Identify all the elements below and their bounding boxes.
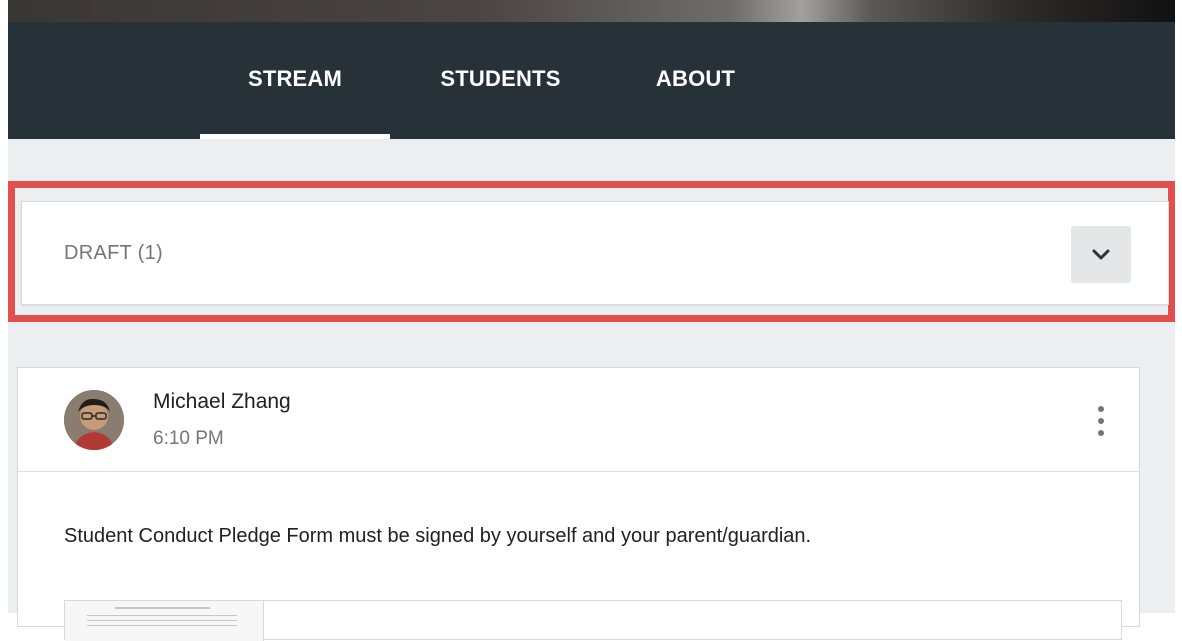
more-vert-icon (1098, 406, 1104, 436)
attachment-card[interactable] (64, 600, 1122, 641)
expand-drafts-button[interactable] (1071, 226, 1131, 283)
tab-about-label: ABOUT (655, 65, 736, 91)
post-timestamp: 6:10 PM (153, 428, 224, 449)
post-divider (18, 471, 1139, 472)
avatar-photo (64, 390, 124, 450)
class-nav-bar: STREAM STUDENTS ABOUT (8, 22, 1175, 139)
tab-about[interactable]: ABOUT (628, 22, 763, 139)
tab-stream[interactable]: STREAM (200, 22, 390, 139)
tab-students[interactable]: STUDENTS (413, 22, 588, 139)
post-body-text: Student Conduct Pledge Form must be sign… (64, 525, 812, 547)
tab-stream-label: STREAM (247, 65, 343, 91)
post-author-name[interactable]: Michael Zhang (153, 390, 291, 414)
tab-students-label: STUDENTS (440, 65, 561, 91)
avatar[interactable] (64, 390, 124, 450)
draft-label: DRAFT (1) (64, 242, 163, 264)
class-banner-image (8, 0, 1175, 22)
draft-section[interactable]: DRAFT (1) (21, 201, 1169, 305)
chevron-down-icon (1092, 249, 1110, 259)
post-options-button[interactable] (1086, 396, 1116, 446)
attachment-thumbnail (65, 601, 264, 641)
announcement-card: Michael Zhang 6:10 PM Student Conduct Pl… (17, 367, 1140, 641)
